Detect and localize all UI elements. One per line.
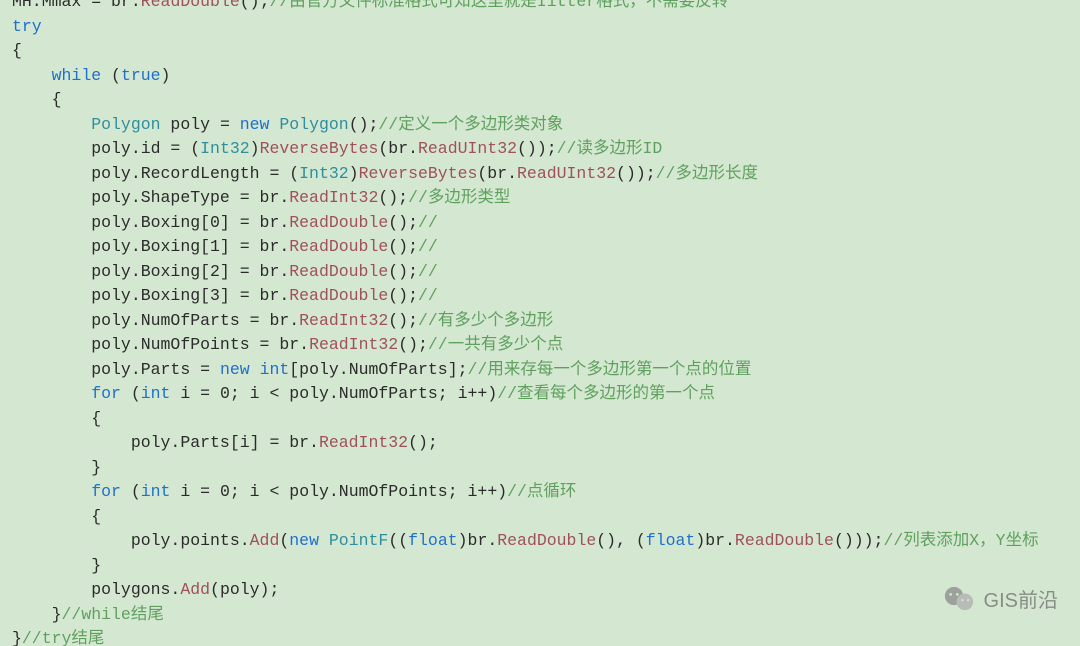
code-line: poly.id = (Int32)ReverseBytes(br.ReadUIn… bbox=[12, 139, 662, 158]
code-line: poly.Boxing[1] = br.ReadDouble();// bbox=[12, 237, 438, 256]
code-line: MH.Mmax = br.ReadDouble();//由官方文件标准格式可知这… bbox=[12, 0, 728, 11]
code-line: poly.ShapeType = br.ReadInt32();//多边形类型 bbox=[12, 188, 510, 207]
code-line: Polygon poly = new Polygon();//定义一个多边形类对… bbox=[12, 115, 563, 134]
code-line: for (int i = 0; i < poly.NumOfParts; i++… bbox=[12, 384, 715, 403]
code-block: MH.Mmax = br.ReadDouble();//由官方文件标准格式可知这… bbox=[0, 0, 1080, 646]
code-line: { bbox=[12, 41, 22, 60]
code-line: poly.Boxing[2] = br.ReadDouble();// bbox=[12, 262, 438, 281]
code-line: } bbox=[12, 458, 101, 477]
code-line: { bbox=[12, 90, 62, 109]
code-line: }//while结尾 bbox=[12, 605, 164, 624]
code-line: { bbox=[12, 507, 101, 526]
code-line: while (true) bbox=[12, 66, 170, 85]
code-line: poly.NumOfPoints = br.ReadInt32();//一共有多… bbox=[12, 335, 563, 354]
code-line: for (int i = 0; i < poly.NumOfPoints; i+… bbox=[12, 482, 576, 501]
code-line: { bbox=[12, 409, 101, 428]
code-line: } bbox=[12, 556, 101, 575]
code-line: poly.RecordLength = (Int32)ReverseBytes(… bbox=[12, 164, 758, 183]
code-line: poly.Boxing[0] = br.ReadDouble();// bbox=[12, 213, 438, 232]
code-line: poly.Boxing[3] = br.ReadDouble();// bbox=[12, 286, 438, 305]
code-line: poly.Parts[i] = br.ReadInt32(); bbox=[12, 433, 438, 452]
code-line: polygons.Add(poly); bbox=[12, 580, 279, 599]
code-line: poly.Parts = new int[poly.NumOfParts];//… bbox=[12, 360, 751, 379]
code-line: }//try结尾 bbox=[12, 629, 104, 646]
code-line: poly.points.Add(new PointF((float)br.Rea… bbox=[12, 531, 1039, 550]
code-line: try bbox=[12, 17, 42, 36]
code-line: poly.NumOfParts = br.ReadInt32();//有多少个多… bbox=[12, 311, 553, 330]
